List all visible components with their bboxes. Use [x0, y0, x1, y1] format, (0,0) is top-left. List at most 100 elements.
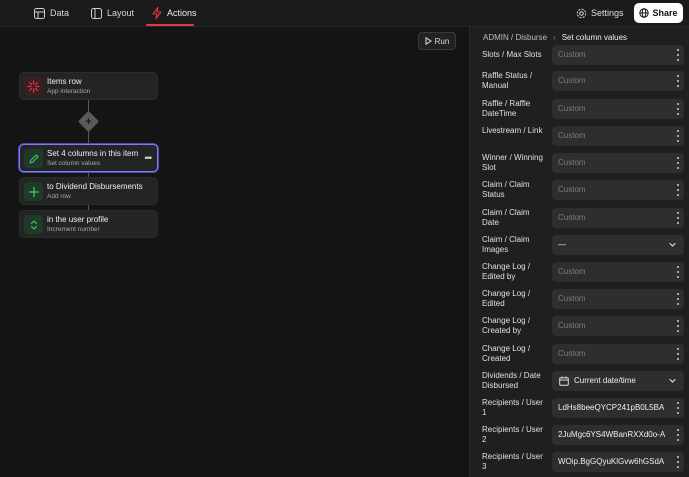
value-input[interactable]: Custom: [552, 208, 684, 228]
value-input[interactable]: WOip.BgGQyuKlGvw6hGSdA: [552, 452, 684, 472]
more-options-icon[interactable]: [676, 320, 679, 332]
more-options-icon[interactable]: [676, 184, 679, 196]
value-input[interactable]: Custom: [552, 344, 684, 364]
value-input[interactable]: Custom: [552, 180, 684, 200]
tab-data-label: Data: [50, 8, 70, 18]
column-value-row: Change Log / Created Custom: [470, 344, 689, 371]
column-value-row: Recipients / User 1 LdHs8beeQYCP241pB0L5B…: [470, 398, 689, 425]
workflow-node-add-row[interactable]: to Dividend Disbursements Add row: [19, 177, 158, 205]
column-label: Dividends / Date Disbursed: [482, 371, 541, 390]
more-options-icon[interactable]: [676, 429, 679, 441]
value-input[interactable]: Custom: [552, 289, 684, 309]
more-options-icon[interactable]: •••: [145, 153, 153, 163]
more-options-icon[interactable]: [676, 402, 679, 414]
column-value-row: Livestream / Link Custom: [470, 126, 689, 153]
column-label: Livestream / Link: [482, 126, 543, 135]
play-icon: [425, 37, 432, 45]
column-label: Recipients / User 2: [482, 425, 543, 444]
value-text: Custom: [558, 294, 586, 303]
column-label: Change Log / Created by: [482, 316, 531, 335]
layout-icon: [91, 7, 102, 19]
column-label: Change Log / Created: [482, 344, 531, 363]
tab-actions[interactable]: Actions: [152, 0, 197, 26]
value-input[interactable]: Custom: [552, 153, 684, 173]
value-input[interactable]: Custom: [552, 99, 684, 119]
value-input[interactable]: Custom: [552, 316, 684, 336]
value-text: Custom: [558, 213, 586, 222]
more-options-icon[interactable]: [676, 49, 679, 61]
properties-panel: ADMIN / Disburse › Set column values Slots…: [469, 27, 689, 477]
node-subtitle: Add row: [47, 193, 71, 200]
value-text: Custom: [558, 158, 586, 167]
gear-icon: [576, 8, 587, 18]
column-label: Recipients / User 3: [482, 452, 543, 471]
column-value-row: Recipients / User 2 2JuMgc6YS4WBanRXXd0o-…: [470, 425, 689, 452]
value-input[interactable]: Custom: [552, 71, 684, 91]
value-text: WOip.BgGQyuKlGvw6hGSdA: [558, 457, 665, 466]
more-options-icon[interactable]: [676, 348, 679, 360]
column-value-row: Dividends / Date Disbursed Current date/t…: [470, 371, 689, 398]
workflow-node-trigger[interactable]: Items row App interaction: [19, 72, 158, 100]
column-label: Claim / Claim Date: [482, 208, 530, 227]
workflow-node-increment[interactable]: in the user profile Increment number: [19, 210, 158, 238]
node-title: in the user profile: [47, 215, 109, 224]
share-button[interactable]: Share: [634, 3, 683, 23]
more-options-icon[interactable]: [676, 103, 679, 115]
column-label: Claim / Claim Status: [482, 180, 530, 199]
more-options-icon[interactable]: [676, 266, 679, 278]
pencil-icon: [24, 149, 43, 168]
plus-icon: [24, 182, 43, 201]
breadcrumb-current: Set column values: [561, 33, 628, 42]
column-value-row: Winner / Winning Slot Custom: [470, 153, 689, 180]
value-input[interactable]: 2JuMgc6YS4WBanRXXd0o-A: [552, 425, 684, 445]
more-options-icon[interactable]: [676, 157, 679, 169]
table-icon: [34, 7, 45, 19]
breadcrumb: ADMIN / Disburse › Set column values: [483, 33, 627, 42]
tab-layout-label: Layout: [107, 8, 135, 18]
more-options-icon[interactable]: [676, 293, 679, 305]
calendar-icon: [559, 376, 569, 386]
breadcrumb-parent[interactable]: ADMIN / Disburse: [483, 33, 547, 42]
value-dropdown[interactable]: Current date/time: [552, 371, 684, 391]
value-input[interactable]: Custom: [552, 126, 684, 146]
column-label: Raffle / Raffle DateTime: [482, 99, 531, 118]
more-options-icon[interactable]: [676, 456, 679, 468]
value-input[interactable]: Custom: [552, 262, 684, 282]
chevron-down-icon: [669, 378, 676, 383]
node-subtitle: Increment number: [47, 226, 100, 233]
value-text: Custom: [558, 50, 586, 59]
value-dropdown[interactable]: —: [552, 235, 684, 255]
value-text: Custom: [558, 321, 586, 330]
run-button[interactable]: Run: [418, 32, 456, 50]
value-text: Custom: [558, 349, 586, 358]
column-value-row: Raffle Status / Manual Custom: [470, 71, 689, 98]
workflow-canvas[interactable]: Run + Items row App interaction Set 4 co…: [0, 27, 469, 477]
trigger-icon: [24, 77, 43, 96]
tab-layout[interactable]: Layout: [91, 0, 134, 26]
node-subtitle: App interaction: [47, 88, 91, 95]
settings-button[interactable]: Settings: [576, 0, 624, 26]
chevron-down-icon: [669, 242, 676, 247]
tab-data[interactable]: Data: [34, 0, 69, 26]
column-label: Change Log / Edited: [482, 289, 531, 308]
active-tab-indicator: [146, 24, 194, 26]
column-value-row: Change Log / Created by Custom: [470, 316, 689, 343]
stepper-icon: [24, 215, 43, 234]
settings-label: Settings: [591, 8, 624, 18]
column-value-row: Claim / Claim Status Custom: [470, 180, 689, 207]
value-input[interactable]: LdHs8beeQYCP241pB0L5BA: [552, 398, 684, 418]
share-label: Share: [652, 8, 678, 18]
workflow-node-set-columns[interactable]: Set 4 columns in this item Set column va…: [19, 144, 158, 172]
top-bar: Data Layout Actions Settings Share: [0, 0, 689, 27]
more-options-icon[interactable]: [676, 212, 679, 224]
column-label: Slots / Max Slots: [482, 50, 542, 59]
plus-icon: +: [85, 115, 92, 128]
node-title: Set 4 columns in this item: [47, 149, 139, 158]
column-value-row: Change Log / Edited Custom: [470, 289, 689, 316]
value-input[interactable]: Custom: [552, 45, 684, 65]
more-options-icon[interactable]: [676, 130, 679, 142]
more-options-icon[interactable]: [676, 75, 679, 87]
value-text: 2JuMgc6YS4WBanRXXd0o-A: [558, 430, 666, 439]
run-label: Run: [434, 36, 450, 46]
column-value-row: Recipients / User 3 WOip.BgGQyuKlGvw6hGSd…: [470, 452, 689, 477]
